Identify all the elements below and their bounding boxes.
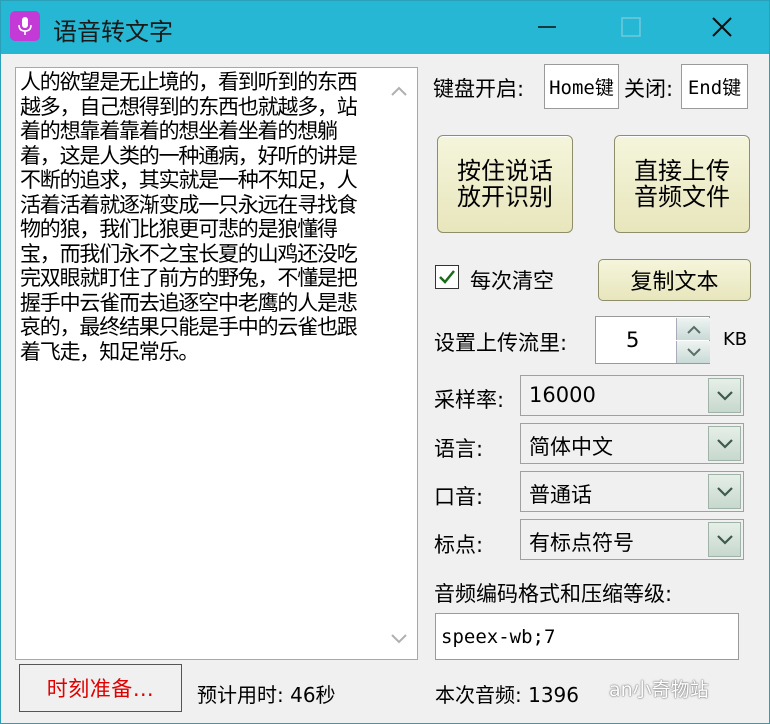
upload-audio-line2: 音频文件 <box>634 183 730 211</box>
maximize-button[interactable] <box>611 9 651 45</box>
hotkey-open-field[interactable]: Home键 <box>544 64 619 109</box>
upload-rate-unit: KB <box>723 329 748 350</box>
upload-audio-button[interactable]: 直接上传 音频文件 <box>614 135 750 233</box>
sample-rate-value: 16000 <box>529 383 596 407</box>
close-button[interactable] <box>702 9 742 45</box>
audio-info: 本次音频: 1396 <box>435 683 579 707</box>
codec-field[interactable]: speex-wb;7 <box>435 613 739 660</box>
chevron-down-icon[interactable] <box>708 426 741 461</box>
hold-to-speak-line2: 放开识别 <box>457 183 553 211</box>
punctuation-value: 有标点符号 <box>529 531 634 555</box>
window-title: 语音转文字 <box>53 18 173 46</box>
decrement-button[interactable] <box>676 341 710 363</box>
punctuation-label: 标点: <box>434 533 484 557</box>
watermark-text: an小奇物站 <box>609 679 709 701</box>
keyboard-close-label: 关闭: <box>624 77 674 101</box>
language-label: 语言: <box>434 437 484 461</box>
hotkey-close-field[interactable]: End键 <box>681 64 748 109</box>
chevron-down-icon[interactable] <box>708 522 741 557</box>
chevron-down-icon[interactable] <box>708 378 741 413</box>
maximize-icon <box>621 17 641 37</box>
codec-label: 音频编码格式和压缩等级: <box>434 582 673 606</box>
scroll-down-button[interactable] <box>386 626 412 652</box>
language-select[interactable]: 简体中文 <box>520 423 744 464</box>
minimize-button[interactable] <box>527 9 567 45</box>
sample-rate-label: 采样率: <box>434 388 505 412</box>
upload-rate-stepper[interactable]: 5 <box>595 316 710 364</box>
chevron-up-icon <box>391 86 407 96</box>
minimize-icon <box>538 26 556 28</box>
microphone-icon <box>10 11 40 41</box>
recognized-text-area[interactable]: 人的欲望是无止境的，看到听到的东西越多，自己想得到的东西也就越多，站着的想靠着靠… <box>15 67 418 660</box>
chevron-up-icon <box>686 325 701 334</box>
app-window: 语音转文字 人的欲望是无止境的，看到听到的东西越多，自己想得到的东西也就越多，站… <box>0 0 770 724</box>
sample-rate-select[interactable]: 16000 <box>520 375 744 416</box>
clear-each-checkbox[interactable] <box>435 265 459 289</box>
upload-rate-value: 5 <box>626 328 640 352</box>
clear-each-label: 每次清空 <box>470 269 554 293</box>
upload-audio-line1: 直接上传 <box>634 157 730 185</box>
language-value: 简体中文 <box>529 435 613 459</box>
chevron-down-icon <box>686 347 701 356</box>
close-icon <box>712 17 732 37</box>
hold-to-speak-line1: 按住说话 <box>457 157 553 185</box>
accent-value: 普通话 <box>529 483 592 507</box>
chevron-down-icon[interactable] <box>708 474 741 509</box>
estimated-time: 预计用时: 46秒 <box>197 683 336 707</box>
accent-label: 口音: <box>434 485 484 509</box>
increment-button[interactable] <box>676 318 710 340</box>
hold-to-speak-button[interactable]: 按住说话 放开识别 <box>437 135 573 233</box>
title-bar[interactable]: 语音转文字 <box>1 1 769 54</box>
upload-rate-label: 设置上传流里: <box>434 331 568 355</box>
accent-select[interactable]: 普通话 <box>520 471 744 512</box>
punctuation-select[interactable]: 有标点符号 <box>520 519 744 560</box>
recognized-text: 人的欲望是无止境的，看到听到的东西越多，自己想得到的东西也就越多，站着的想靠着靠… <box>20 70 358 364</box>
keyboard-open-label: 键盘开启: <box>433 77 525 101</box>
scroll-up-button[interactable] <box>386 78 412 104</box>
copy-text-button[interactable]: 复制文本 <box>598 259 751 301</box>
checkmark-icon <box>439 270 455 284</box>
chevron-down-icon <box>391 634 407 644</box>
status-indicator: 时刻准备… <box>19 664 182 712</box>
